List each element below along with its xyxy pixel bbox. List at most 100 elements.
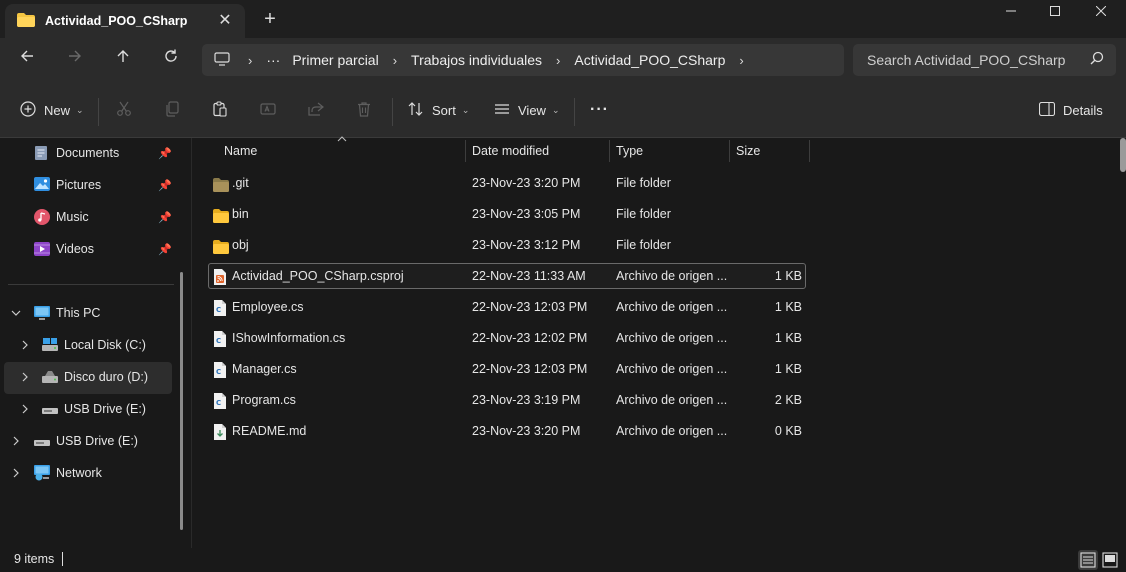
column-header-size[interactable]: Size [736,138,760,164]
column-header-date[interactable]: Date modified [472,138,549,164]
file-date: 22-Nov-23 12:03 PM [472,362,588,376]
file-row[interactable]: C IShowInformation.cs 22-Nov-23 12:02 PM… [208,325,806,351]
file-row[interactable]: .git 23-Nov-23 3:20 PM File folder [208,170,806,196]
pin-icon[interactable]: 📌 [158,147,172,160]
sidebar-item-usb-drive-e[interactable]: USB Drive (E:) [42,394,146,424]
cut-button[interactable] [116,96,132,124]
delete-button[interactable] [356,96,372,124]
copy-button[interactable] [164,96,180,124]
chevron-right-icon[interactable] [20,340,30,353]
address-bar[interactable]: › ··· Primer parcial › Trabajos individu… [202,44,844,76]
sidebar-item-usb-drive-root[interactable]: USB Drive (E:) [34,426,138,456]
details-pane-button[interactable]: Details [1038,96,1103,124]
breadcrumb-actividad[interactable]: Actividad_POO_CSharp [574,52,725,68]
chevron-down-icon[interactable] [11,308,21,321]
sidebar-item-local-disk-c[interactable]: Local Disk (C:) [42,330,146,360]
breadcrumb-overflow[interactable]: ··· [266,52,280,68]
breadcrumb-primer-parcial[interactable]: Primer parcial [292,52,378,68]
minimize-button[interactable] [988,0,1034,24]
pictures-icon [34,177,50,193]
breadcrumb-trabajos-individuales[interactable]: Trabajos individuales [411,52,542,68]
pin-icon[interactable]: 📌 [158,179,172,192]
sidebar-divider [8,284,174,285]
navigation-bar: › ··· Primer parcial › Trabajos individu… [0,38,1126,82]
file-date: 22-Nov-23 11:33 AM [472,269,586,283]
rename-button[interactable] [260,96,276,124]
search-icon [1090,51,1104,68]
forward-arrow-icon[interactable] [61,46,89,74]
sort-icon [408,101,424,120]
share-button[interactable] [308,96,324,124]
file-row[interactable]: C Program.cs 23-Nov-23 3:19 PM Archivo d… [208,387,806,413]
more-options-button[interactable]: ··· [590,96,609,124]
file-row[interactable]: C Manager.cs 22-Nov-23 12:03 PM Archivo … [208,356,806,382]
file-type: Archivo de origen ... [616,424,728,438]
close-window-button[interactable] [1078,0,1124,24]
file-name: IShowInformation.cs [232,331,346,345]
chevron-down-icon: ⌄ [551,104,560,115]
folder-icon [17,12,35,30]
tab-actividad[interactable]: Actividad_POO_CSharp ✕ [5,4,245,38]
file-type: File folder [616,176,671,190]
file-row-selected[interactable]: Actividad_POO_CSharp.csproj 22-Nov-23 11… [208,263,806,289]
file-list-scrollbar[interactable] [1120,138,1126,172]
sidebar-scrollbar[interactable] [180,272,183,530]
item-count: 9 items [14,552,55,566]
column-header-name[interactable]: Name [224,138,257,164]
file-type: Archivo de origen ... [616,300,728,314]
sidebar-item-music[interactable]: Music [34,202,89,232]
sidebar-item-network[interactable]: Network [34,458,102,488]
view-button[interactable]: View ⌄ [494,96,560,124]
chevron-right-icon[interactable] [11,436,21,449]
hard-drive-icon [42,369,58,385]
tab-close-icon[interactable]: ✕ [215,11,235,31]
column-divider[interactable] [729,140,730,162]
column-header-type[interactable]: Type [616,138,643,164]
column-divider[interactable] [465,140,466,162]
column-divider[interactable] [609,140,610,162]
sidebar-item-documents[interactable]: Documents [34,138,119,168]
file-date: 23-Nov-23 3:19 PM [472,393,581,407]
pin-icon[interactable]: 📌 [158,211,172,224]
sort-ascending-icon [337,135,347,145]
paste-button[interactable] [212,96,228,124]
file-type: Archivo de origen ... [616,331,728,345]
monitor-icon [214,51,230,69]
new-label: New [44,102,71,118]
sidebar-item-disco-duro-d[interactable]: Disco duro (D:) [42,362,148,392]
file-row[interactable]: C Employee.cs 22-Nov-23 12:03 PM Archivo… [208,294,806,320]
file-size [742,201,802,227]
new-tab-button[interactable]: + [258,7,282,31]
column-divider[interactable] [809,140,810,162]
new-button[interactable]: New ⌄ [20,96,84,124]
sidebar-item-videos[interactable]: Videos [34,234,94,264]
file-row[interactable]: bin 23-Nov-23 3:05 PM File folder [208,201,806,227]
file-row[interactable]: obj 23-Nov-23 3:12 PM File folder [208,232,806,258]
search-placeholder: Search Actividad_POO_CSharp [867,52,1066,68]
refresh-icon[interactable] [157,46,185,74]
chevron-right-icon[interactable] [11,468,21,481]
back-arrow-icon[interactable] [13,46,41,74]
up-arrow-icon[interactable] [109,46,137,74]
file-date: 23-Nov-23 3:20 PM [472,176,581,190]
tiles-view-button[interactable] [1100,550,1120,570]
sidebar-item-label: USB Drive (E:) [56,434,138,448]
tiles-view-icon [1100,552,1120,572]
file-row[interactable]: README.md 23-Nov-23 3:20 PM Archivo de o… [208,418,806,444]
this-pc-icon [34,305,50,321]
search-input[interactable]: Search Actividad_POO_CSharp [853,44,1116,76]
status-bar: 9 items [0,548,1126,572]
chevron-right-icon[interactable] [20,404,30,417]
details-view-button[interactable] [1078,550,1098,570]
file-size: 2 KB [774,393,802,407]
sort-button[interactable]: Sort ⌄ [408,96,469,124]
sidebar-item-pictures[interactable]: Pictures [34,170,101,200]
sort-label: Sort [432,102,456,118]
chevron-right-icon: › [556,52,561,68]
maximize-button[interactable] [1032,0,1078,24]
scissors-icon [116,101,132,120]
sidebar-item-this-pc[interactable]: This PC [34,298,100,328]
pin-icon[interactable]: 📌 [158,243,172,256]
markdown-file-icon [213,423,229,440]
chevron-right-icon[interactable] [20,372,30,385]
